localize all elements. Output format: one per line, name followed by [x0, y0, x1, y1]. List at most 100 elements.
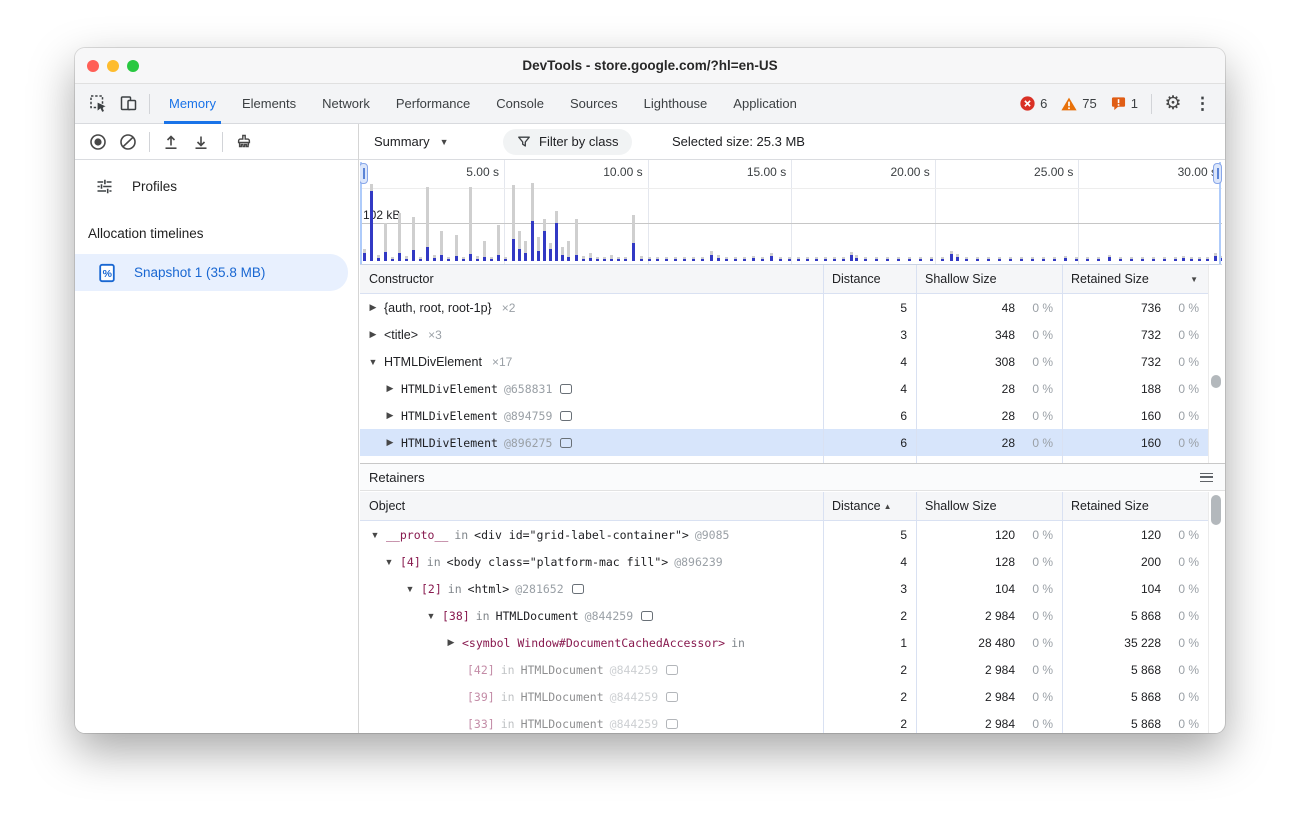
- expand-closed-icon[interactable]: ▶: [446, 637, 456, 648]
- retainer-row[interactable]: ▼__proto__in<div id="grid-label-containe…: [360, 521, 1222, 548]
- snapshot-item[interactable]: % Snapshot 1 (35.8 MB): [75, 254, 348, 291]
- expand-open-icon[interactable]: ▼: [405, 584, 415, 594]
- distance-column-header[interactable]: Distance▲: [823, 492, 916, 520]
- console-warnings-badge[interactable]: 75: [1061, 96, 1096, 111]
- retained-size-cell: 1880 %: [1062, 375, 1208, 402]
- load-profile-icon[interactable]: [156, 128, 186, 156]
- shallow-size-cell: 480 %: [916, 294, 1062, 321]
- settings-gear-icon[interactable]: ⚙: [1158, 90, 1188, 118]
- retainers-scrollbar[interactable]: [1208, 492, 1222, 733]
- inspect-element-icon[interactable]: [83, 90, 113, 118]
- constructor-column-header[interactable]: Constructor: [360, 265, 823, 293]
- profiles-header[interactable]: Profiles: [75, 168, 352, 204]
- live-bar: [497, 255, 500, 261]
- expand-open-icon[interactable]: ▼: [368, 357, 378, 367]
- distance-column-header[interactable]: Distance: [823, 265, 916, 293]
- reveal-in-elements-icon[interactable]: [572, 584, 584, 594]
- retained-size-column-header[interactable]: Retained Size: [1062, 492, 1208, 520]
- tab-memory[interactable]: Memory: [156, 84, 229, 124]
- retained-size-cell: 1600 %: [1062, 429, 1208, 456]
- tab-lighthouse[interactable]: Lighthouse: [631, 84, 721, 124]
- reveal-in-elements-icon[interactable]: [666, 665, 678, 675]
- object-cell: ▶<symbol Window#DocumentCachedAccessor>i…: [360, 629, 823, 656]
- object-id: @9085: [695, 528, 730, 542]
- retainer-property: [39]: [467, 690, 495, 704]
- tab-network[interactable]: Network: [309, 84, 383, 124]
- reveal-in-elements-icon[interactable]: [560, 384, 572, 394]
- allocation-timeline-overview[interactable]: 5.00 s10.00 s15.00 s20.00 s25.00 s30.00 …: [360, 160, 1222, 265]
- reveal-in-elements-icon[interactable]: [560, 411, 572, 421]
- live-bar: [1130, 259, 1133, 261]
- constructor-rows: ▶{auth, root, root-1p}×25480 %7360 %▶<ti…: [360, 294, 1222, 463]
- constructor-row[interactable]: ▶{auth, root, root-1p}×25480 %7360 %: [360, 294, 1222, 321]
- live-bar: [976, 259, 979, 261]
- retainers-scrollbar-thumb[interactable]: [1211, 495, 1221, 525]
- tab-elements[interactable]: Elements: [229, 84, 309, 124]
- retainers-menu-icon[interactable]: [1200, 473, 1213, 482]
- retainer-row[interactable]: ▶<symbol Window#DocumentCachedAccessor>i…: [360, 629, 1222, 656]
- tab-console[interactable]: Console: [483, 84, 557, 124]
- live-bar: [1031, 259, 1034, 261]
- expand-closed-icon[interactable]: ▶: [368, 329, 378, 340]
- expand-open-icon[interactable]: ▼: [370, 530, 380, 540]
- expand-closed-icon[interactable]: ▶: [385, 383, 395, 394]
- retainer-row[interactable]: [39]inHTMLDocument@84425922 9840 %5 8680…: [360, 683, 1222, 710]
- pane-divider[interactable]: [358, 124, 359, 733]
- expand-closed-icon[interactable]: ▶: [368, 302, 378, 313]
- device-toolbar-icon[interactable]: [113, 90, 143, 118]
- retainer-row[interactable]: [42]inHTMLDocument@84425922 9840 %5 8680…: [360, 656, 1222, 683]
- perspective-select[interactable]: Summary ▼: [368, 130, 455, 153]
- object-column-header[interactable]: Object: [360, 492, 823, 520]
- console-errors-badge[interactable]: 6: [1020, 96, 1047, 111]
- chevron-down-icon: ▼: [440, 137, 449, 147]
- shallow-size-column-header[interactable]: Shallow Size: [916, 492, 1062, 520]
- constructor-scrollbar-thumb[interactable]: [1211, 375, 1221, 388]
- reveal-in-elements-icon[interactable]: [666, 692, 678, 702]
- class-filter-input[interactable]: Filter by class: [503, 129, 632, 155]
- constructor-row[interactable]: ▼HTMLDivElement×1743080 %7320 %: [360, 348, 1222, 375]
- object-id: @844259: [610, 690, 658, 704]
- issues-badge[interactable]: 1: [1111, 96, 1138, 111]
- retainer-row[interactable]: ▼[2]in<html>@28165231040 %1040 %: [360, 575, 1222, 602]
- record-heap-button[interactable]: [83, 128, 113, 156]
- retainer-row[interactable]: [33]inHTMLDocument@84425922 9840 %5 8680…: [360, 710, 1222, 733]
- more-options-icon[interactable]: ⋮: [1188, 95, 1217, 112]
- range-end-handle[interactable]: [1213, 163, 1222, 184]
- distance-cell: 2: [823, 710, 916, 733]
- tab-application[interactable]: Application: [720, 84, 810, 124]
- constructor-row[interactable]: ▶HTMLDivElement@8947596280 %1600 %: [360, 402, 1222, 429]
- reveal-in-elements-icon[interactable]: [666, 719, 678, 729]
- live-bar: [886, 259, 889, 261]
- expand-closed-icon[interactable]: ▶: [385, 410, 395, 421]
- expand-open-icon[interactable]: ▼: [426, 611, 436, 621]
- clear-profiles-icon[interactable]: [113, 128, 143, 156]
- toolbar-separator: [149, 132, 150, 152]
- constructor-scrollbar[interactable]: [1208, 265, 1222, 463]
- tab-performance[interactable]: Performance: [383, 84, 483, 124]
- tab-sources[interactable]: Sources: [557, 84, 631, 124]
- reveal-in-elements-icon[interactable]: [560, 438, 572, 448]
- expand-closed-icon[interactable]: ▶: [385, 437, 395, 448]
- retainer-row[interactable]: ▼[38]inHTMLDocument@84425922 9840 %5 868…: [360, 602, 1222, 629]
- live-bar: [998, 259, 1001, 261]
- shallow-size-column-header[interactable]: Shallow Size: [916, 265, 1062, 293]
- shallow-size-cell: 1200 %: [916, 521, 1062, 548]
- constructor-row[interactable]: ▶HTMLDivElement: [360, 456, 1222, 463]
- constructor-row[interactable]: ▶HTMLDivElement@8962756280 %1600 %: [360, 429, 1222, 456]
- constructor-row[interactable]: ▶HTMLDivElement@6588314280 %1880 %: [360, 375, 1222, 402]
- range-start-handle[interactable]: [360, 163, 368, 184]
- retainer-row[interactable]: ▼[4]in<body class="platform-mac fill">@8…: [360, 548, 1222, 575]
- retained-size-cell: 5 8680 %: [1062, 710, 1208, 733]
- clear-garbage-brush-icon[interactable]: [229, 128, 259, 156]
- retained-size-column-header[interactable]: Retained Size▼: [1062, 265, 1208, 293]
- live-bar: [391, 259, 394, 261]
- expand-open-icon[interactable]: ▼: [384, 557, 394, 567]
- live-bar: [617, 259, 620, 261]
- reveal-in-elements-icon[interactable]: [641, 611, 653, 621]
- save-profile-icon[interactable]: [186, 128, 216, 156]
- constructor-row[interactable]: ▶<title>×333480 %7320 %: [360, 321, 1222, 348]
- sort-desc-icon: ▼: [1190, 275, 1198, 284]
- live-bar: [1119, 259, 1122, 261]
- live-bar: [725, 259, 728, 261]
- live-bar: [701, 259, 704, 261]
